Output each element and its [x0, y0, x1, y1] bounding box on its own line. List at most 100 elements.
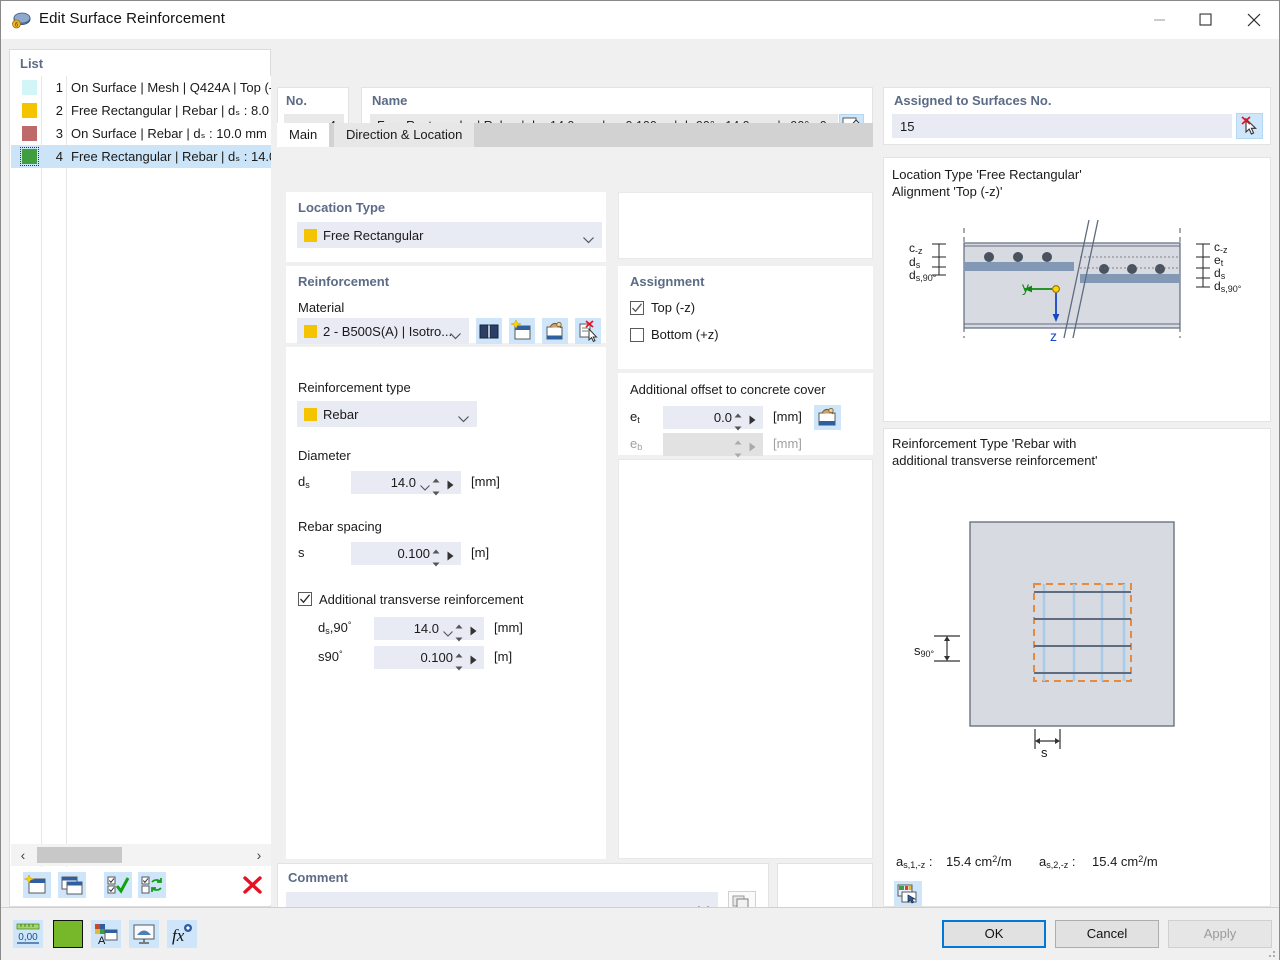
app-icon: 6	[11, 10, 32, 31]
window-title: Edit Surface Reinforcement	[39, 10, 226, 27]
close-button[interactable]	[1231, 1, 1277, 39]
list-item[interactable]: 3 On Surface | Rebar | dₛ : 10.0 mm |	[11, 122, 271, 145]
assignment-top-checkbox[interactable]	[630, 301, 644, 315]
apply-value-icon[interactable]	[470, 624, 477, 639]
resize-grip-icon[interactable]	[1266, 948, 1276, 958]
spinner-down-icon[interactable]	[455, 659, 463, 674]
reinforcement-type-swatch	[304, 408, 317, 421]
invert-selection-icon[interactable]	[138, 872, 166, 898]
number-label: No.	[286, 93, 307, 108]
list-item-color-swatch	[22, 103, 37, 118]
info-location-line1: Location Type 'Free Rectangular'	[892, 167, 1082, 182]
info-rebar-line1: Reinforcement Type 'Rebar with	[892, 436, 1077, 451]
ds90-unit: [mm]	[494, 620, 523, 635]
apply-value-icon[interactable]	[447, 478, 454, 493]
label-s90-dim: s90°	[914, 643, 935, 659]
offset-title: Additional offset to concrete cover	[630, 382, 826, 397]
reinforcement-type-combo[interactable]: Rebar	[297, 401, 477, 427]
tab-main[interactable]: Main	[277, 123, 330, 147]
assignment-bottom-checkbox[interactable]	[630, 328, 644, 342]
assignment-bottom-label: Bottom (+z)	[651, 327, 719, 342]
apply-value-icon[interactable]	[447, 549, 454, 564]
scroll-right-icon[interactable]: ›	[247, 844, 271, 866]
list-rows[interactable]: 1 On Surface | Mesh | Q424A | Top (-z 2 …	[11, 76, 271, 881]
minimize-button[interactable]	[1137, 1, 1183, 39]
assigned-surfaces-label: Assigned to Surfaces No.	[894, 93, 1052, 108]
list-horizontal-scrollbar[interactable]: ‹ ›	[11, 844, 271, 866]
rendering-icon[interactable]	[129, 920, 159, 948]
spinner-down-icon[interactable]	[455, 630, 463, 645]
tab-direction-location[interactable]: Direction & Location	[334, 123, 475, 147]
s-value: 0.100	[397, 546, 430, 561]
location-type-value: Free Rectangular	[323, 228, 424, 243]
list-item-label: On Surface | Rebar | dₛ : 10.0 mm |	[71, 126, 271, 141]
eb-input	[663, 433, 763, 458]
assignment-title: Assignment	[630, 274, 705, 289]
new-item-icon[interactable]	[23, 872, 51, 898]
offset-group: Additional offset to concrete cover et 0…	[618, 373, 873, 458]
apply-value-icon[interactable]	[749, 413, 756, 428]
list-item-selected[interactable]: 4 Free Rectangular | Rebar | dₛ : 14.0	[11, 145, 271, 168]
list-item-number: 2	[55, 103, 63, 118]
location-type-title: Location Type	[298, 200, 386, 215]
empty-panel-top	[618, 192, 873, 259]
result-as1-value: 15.4 cm2/m	[946, 854, 1012, 869]
formula-icon[interactable]: fx	[167, 920, 197, 948]
material-combo[interactable]: 2 - B500S(A) | Isotro...	[297, 318, 469, 344]
ok-button[interactable]: OK	[942, 920, 1046, 948]
apply-value-icon	[749, 440, 756, 455]
list-item-label: On Surface | Mesh | Q424A | Top (-z	[71, 80, 271, 95]
comment-label: Comment	[288, 870, 348, 885]
color-swatch-icon[interactable]	[53, 920, 83, 948]
delete-item-icon[interactable]	[239, 872, 267, 898]
material-swatch	[304, 325, 317, 338]
assignment-top-label: Top (-z)	[651, 300, 696, 315]
s-unit: [m]	[471, 545, 490, 560]
reinforcement-detail-group: Reinforcement type Rebar Diameter ds 14.…	[286, 347, 606, 859]
export-image-icon[interactable]	[894, 881, 922, 906]
ds-symbol: ds	[298, 474, 310, 490]
deselect-pick-icon[interactable]	[1236, 113, 1263, 139]
et-label: et	[630, 409, 640, 425]
list-item[interactable]: 2 Free Rectangular | Rebar | dₛ : 8.0 m	[11, 99, 271, 122]
reinforcement-type-label: Reinforcement type	[298, 380, 411, 395]
transverse-reinforcement-checkbox[interactable]	[298, 592, 312, 606]
chevron-down-icon[interactable]	[443, 625, 453, 640]
scrollbar-thumb[interactable]	[37, 847, 122, 863]
diameter-label: Diameter	[298, 448, 351, 463]
ds90-symbol: ds,90°	[318, 620, 352, 636]
new-material-icon[interactable]	[509, 318, 535, 344]
display-properties-icon[interactable]: A	[91, 920, 121, 948]
s-symbol: s	[298, 545, 305, 560]
s90-input[interactable]: 0.100	[374, 646, 484, 671]
assigned-surfaces-input[interactable]: 15	[892, 114, 1232, 138]
scroll-left-icon[interactable]: ‹	[11, 844, 35, 866]
ds90-input[interactable]: 14.0	[374, 617, 484, 642]
spinner-down-icon[interactable]	[432, 484, 440, 499]
et-input[interactable]: 0.0	[663, 406, 763, 431]
apply-value-icon[interactable]	[470, 653, 477, 668]
s-input[interactable]: 0.100	[351, 542, 461, 567]
offset-settings-icon[interactable]	[814, 405, 841, 430]
list-title: List	[20, 56, 44, 71]
copy-item-icon[interactable]	[58, 872, 86, 898]
select-all-icon[interactable]	[104, 872, 132, 898]
info-panel-reinforcement-type: Reinforcement Type 'Rebar with additiona…	[883, 428, 1271, 907]
library-icon[interactable]	[476, 318, 502, 344]
axis-z-label: z	[1050, 328, 1057, 344]
spinner-down-icon[interactable]	[432, 555, 440, 570]
location-type-combo[interactable]: Free Rectangular	[297, 222, 602, 248]
list-item[interactable]: 1 On Surface | Mesh | Q424A | Top (-z	[11, 76, 271, 99]
spinner-down-icon[interactable]	[734, 419, 742, 434]
cancel-button[interactable]: Cancel	[1055, 920, 1159, 948]
s90-symbol: s90°	[318, 649, 343, 664]
decimal-places-icon[interactable]: 0,00	[13, 920, 43, 948]
ds-input[interactable]: 14.0	[351, 471, 461, 496]
chevron-down-icon[interactable]	[420, 479, 430, 494]
delete-material-icon[interactable]	[575, 318, 601, 344]
name-label: Name	[372, 93, 408, 108]
maximize-button[interactable]	[1183, 1, 1229, 39]
list-item-label: Free Rectangular | Rebar | dₛ : 14.0	[71, 149, 271, 164]
edit-material-icon[interactable]	[542, 318, 568, 344]
label-ds90-right: ds,90°	[1214, 279, 1242, 294]
